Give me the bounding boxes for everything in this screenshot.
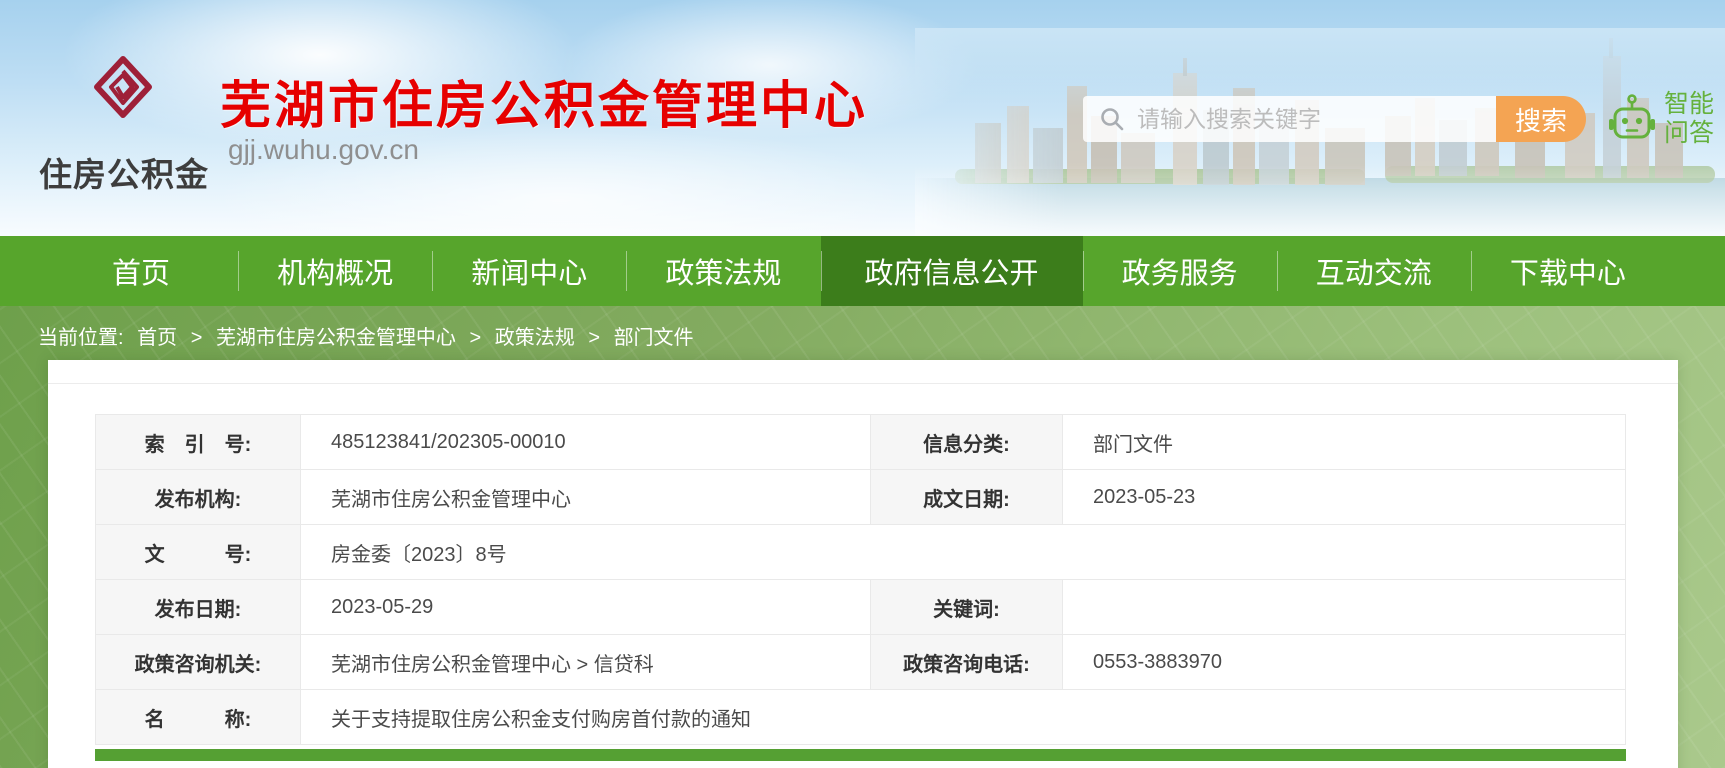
breadcrumb-prefix: 当前位置: xyxy=(38,327,124,349)
site-logo-icon xyxy=(94,56,152,123)
nav-item-policies[interactable]: 政策法规 xyxy=(626,236,820,306)
table-row: 发布日期: 2023-05-29 关键词: xyxy=(96,580,1625,635)
breadcrumb-separator: > xyxy=(588,327,600,349)
info-category-value: 部门文件 xyxy=(1063,415,1625,469)
consult-agency-label: 政策咨询机关: xyxy=(96,635,301,689)
doc-number-label: 文 号: xyxy=(96,525,301,579)
info-category-label: 信息分类: xyxy=(870,415,1063,469)
nav-item-home[interactable]: 首页 xyxy=(44,236,238,306)
breadcrumb-home-link[interactable]: 首页 xyxy=(137,327,177,349)
written-date-value: 2023-05-23 xyxy=(1063,470,1625,524)
publish-date-value: 2023-05-29 xyxy=(301,580,870,634)
content-area: 当前位置: 首页 > 芜湖市住房公积金管理中心 > 政策法规 > 部门文件 索 … xyxy=(0,306,1725,768)
site-url: gjj.wuhu.gov.cn xyxy=(228,134,419,166)
breadcrumb-separator: > xyxy=(191,327,203,349)
doc-number-value: 房金委〔2023〕8号 xyxy=(301,525,1625,579)
nav-item-services[interactable]: 政务服务 xyxy=(1083,236,1277,306)
issuing-agency-label: 发布机构: xyxy=(96,470,301,524)
page: 住房公积金 芜湖市住房公积金管理中心 gjj.wuhu.gov.cn 搜索 xyxy=(0,0,1725,768)
index-number-label: 索 引 号: xyxy=(96,415,301,469)
nav-item-interaction[interactable]: 互动交流 xyxy=(1277,236,1471,306)
smart-qa-label: 智能 问答 xyxy=(1664,90,1714,149)
breadcrumb: 当前位置: 首页 > 芜湖市住房公积金管理中心 > 政策法规 > 部门文件 xyxy=(0,306,1725,350)
consult-phone-label: 政策咨询电话: xyxy=(870,635,1063,689)
issuing-agency-value: 芜湖市住房公积金管理中心 xyxy=(301,470,870,524)
main-nav: 首页 机构概况 新闻中心 政策法规 政府信息公开 政务服务 互动交流 下载中心 xyxy=(0,236,1725,306)
content-divider-bar xyxy=(95,749,1626,761)
keywords-label: 关键词: xyxy=(870,580,1063,634)
written-date-label: 成文日期: xyxy=(870,470,1063,524)
card-top-rule xyxy=(48,383,1678,384)
table-row: 发布机构: 芜湖市住房公积金管理中心 成文日期: 2023-05-23 xyxy=(96,470,1625,525)
nav-item-overview[interactable]: 机构概况 xyxy=(238,236,432,306)
search-area: 搜索 智能 问答 xyxy=(1083,96,1714,142)
site-title: 芜湖市住房公积金管理中心 xyxy=(220,64,868,138)
consult-phone-value: 0553-3883970 xyxy=(1063,635,1625,689)
nav-item-gov-info-active[interactable]: 政府信息公开 xyxy=(821,236,1083,306)
keywords-value xyxy=(1063,580,1625,634)
site-header: 住房公积金 芜湖市住房公积金管理中心 gjj.wuhu.gov.cn 搜索 xyxy=(0,0,1725,236)
breadcrumb-policies-link[interactable]: 政策法规 xyxy=(495,327,575,349)
consult-agency-value: 芜湖市住房公积金管理中心 > 信贷科 xyxy=(301,635,870,689)
smart-qa-widget[interactable]: 智能 问答 xyxy=(1608,90,1714,149)
search-icon xyxy=(1099,106,1125,132)
breadcrumb-dept-docs-link[interactable]: 部门文件 xyxy=(614,327,694,349)
search-input[interactable] xyxy=(1125,99,1496,139)
table-row: 索 引 号: 485123841/202305-00010 信息分类: 部门文件 xyxy=(96,415,1625,470)
doc-title-label: 名 称: xyxy=(96,690,301,744)
search-button[interactable]: 搜索 xyxy=(1496,96,1586,142)
breadcrumb-center-link[interactable]: 芜湖市住房公积金管理中心 xyxy=(216,327,456,349)
table-row: 文 号: 房金委〔2023〕8号 xyxy=(96,525,1625,580)
index-number-value: 485123841/202305-00010 xyxy=(301,415,870,469)
doc-title-value: 关于支持提取住房公积金支付购房首付款的通知 xyxy=(301,690,1625,744)
table-row: 名 称: 关于支持提取住房公积金支付购房首付款的通知 xyxy=(96,690,1625,745)
breadcrumb-separator: > xyxy=(470,327,482,349)
publish-date-label: 发布日期: xyxy=(96,580,301,634)
robot-icon xyxy=(1608,94,1656,144)
nav-item-news[interactable]: 新闻中心 xyxy=(432,236,626,306)
logo-caption: 住房公积金 xyxy=(26,148,222,196)
document-meta-table: 索 引 号: 485123841/202305-00010 信息分类: 部门文件… xyxy=(95,414,1626,745)
table-row: 政策咨询机关: 芜湖市住房公积金管理中心 > 信贷科 政策咨询电话: 0553-… xyxy=(96,635,1625,690)
search-box[interactable] xyxy=(1083,96,1496,142)
document-card: 索 引 号: 485123841/202305-00010 信息分类: 部门文件… xyxy=(48,360,1678,768)
nav-item-downloads[interactable]: 下载中心 xyxy=(1471,236,1665,306)
